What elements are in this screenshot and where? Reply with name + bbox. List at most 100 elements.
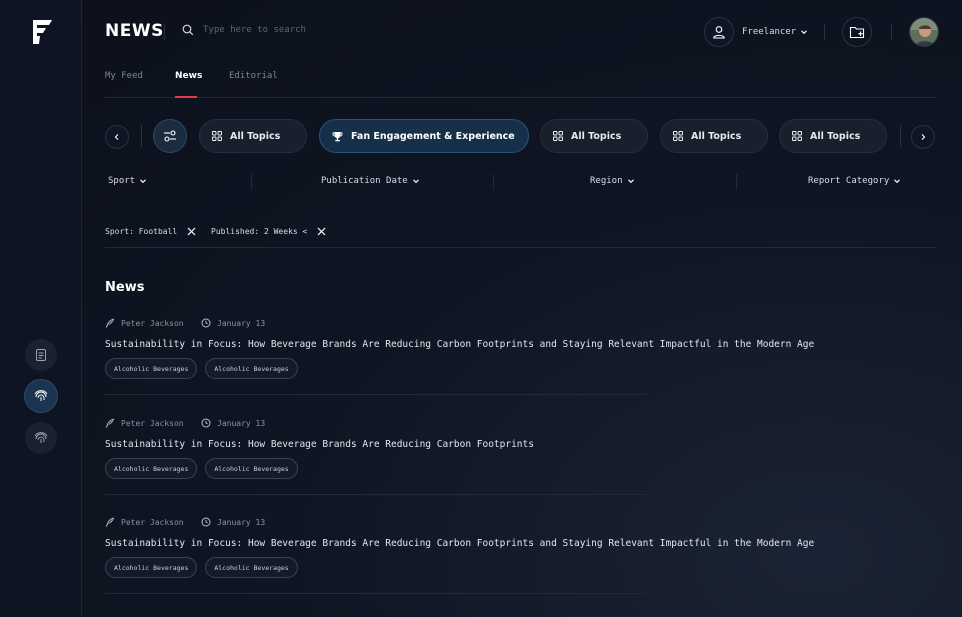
article-author: Peter Jackson <box>121 517 184 527</box>
topic-chip[interactable]: All Topics <box>540 119 648 153</box>
tab-bar: My Feed News Editorial <box>105 64 937 98</box>
article-tag[interactable]: Alcoholic Beverages <box>105 358 198 379</box>
filter-label: Region <box>590 176 623 186</box>
active-tab-indicator <box>175 96 197 98</box>
applied-filter-label: Published: 2 Weeks < <box>211 227 308 236</box>
topic-chip-active[interactable]: Fan Engagement & Experience <box>319 119 529 153</box>
filter-label: Sport <box>108 176 136 186</box>
filter-sport-dropdown[interactable]: Sport <box>108 176 147 186</box>
divider <box>736 174 737 190</box>
divider <box>251 174 252 190</box>
avatar-image <box>910 18 938 46</box>
topic-chip[interactable]: All Topics <box>660 119 768 153</box>
user-role-label: Freelancer <box>742 27 797 37</box>
chevron-down-icon <box>140 179 146 184</box>
topic-chip-label: Fan Engagement & Experience <box>351 130 515 142</box>
applied-filter-label: Sport: Football <box>105 227 178 236</box>
filter-report-category-dropdown[interactable]: Report Category <box>808 176 901 186</box>
add-folder-button[interactable] <box>842 17 872 47</box>
user-icon-button[interactable] <box>704 17 734 47</box>
section-title: News <box>105 280 145 295</box>
applied-filters: Sport: Football Published: 2 Weeks < <box>105 222 937 248</box>
article-meta: Peter Jackson January 13 <box>105 418 265 428</box>
trophy-icon <box>332 131 343 141</box>
applied-filter-tag: Sport: Football <box>105 227 196 236</box>
tab-news[interactable]: News <box>175 71 202 81</box>
filter-settings-button[interactable] <box>153 119 187 153</box>
applied-filter-tag: Published: 2 Weeks < <box>211 227 326 236</box>
clock-icon <box>201 418 211 428</box>
sidebar-document-button[interactable] <box>25 339 57 371</box>
article-meta: Peter Jackson January 13 <box>105 318 265 328</box>
user-role-dropdown[interactable]: Freelancer <box>742 27 808 37</box>
top-bar: NEWS Freelancer <box>105 0 939 64</box>
topic-chip-label: All Topics <box>810 130 861 142</box>
divider <box>105 494 646 495</box>
quill-icon <box>105 318 115 328</box>
article-tag[interactable]: Alcoholic Beverages <box>105 458 198 479</box>
scroll-right-button[interactable] <box>911 125 935 149</box>
topic-chip-row: All Topics Fan Engagement & Experience A… <box>105 118 937 154</box>
avatar[interactable] <box>909 17 939 47</box>
close-icon[interactable] <box>317 227 326 236</box>
search-input[interactable] <box>203 25 423 35</box>
article-date: January 13 <box>217 318 266 328</box>
article-author: Peter Jackson <box>121 318 184 328</box>
sliders-icon <box>164 130 176 142</box>
chevron-right-icon <box>921 134 926 140</box>
filter-publication-date-dropdown[interactable]: Publication Date <box>321 176 420 186</box>
page-title: NEWS <box>105 21 164 41</box>
article-title[interactable]: Sustainability in Focus: How Beverage Br… <box>105 439 534 450</box>
chevron-left-icon <box>114 134 119 140</box>
divider <box>105 593 646 594</box>
divider <box>824 24 825 40</box>
divider <box>141 125 142 147</box>
article-tags: Alcoholic Beverages Alcoholic Beverages <box>105 358 298 379</box>
tab-editorial[interactable]: Editorial <box>229 71 278 81</box>
article-tags: Alcoholic Beverages Alcoholic Beverages <box>105 458 298 479</box>
topic-chip-label: All Topics <box>571 130 622 142</box>
close-icon[interactable] <box>187 227 196 236</box>
chevron-down-icon <box>412 179 419 184</box>
article-author: Peter Jackson <box>121 418 184 428</box>
grid-icon <box>792 131 802 141</box>
document-icon <box>36 349 46 361</box>
tab-my-feed[interactable]: My Feed <box>105 71 143 81</box>
filter-label: Publication Date <box>321 176 408 186</box>
user-menu[interactable]: Freelancer <box>704 17 808 47</box>
search-icon <box>182 24 194 36</box>
chevron-down-icon <box>801 30 808 35</box>
topic-chip[interactable]: All Topics <box>199 119 307 153</box>
quill-icon <box>105 418 115 428</box>
quill-icon <box>105 517 115 527</box>
divider <box>891 24 892 40</box>
clock-icon <box>201 318 211 328</box>
folder-plus-icon <box>849 26 865 39</box>
grid-icon <box>553 131 563 141</box>
divider <box>164 24 165 40</box>
sidebar-fingerprint-button[interactable] <box>25 422 57 454</box>
search-bar[interactable] <box>182 24 423 36</box>
topic-chip[interactable]: All Topics <box>779 119 887 153</box>
divider <box>105 394 646 395</box>
topic-chip-label: All Topics <box>230 130 281 142</box>
article-title[interactable]: Sustainability in Focus: How Beverage Br… <box>105 339 814 350</box>
chevron-down-icon <box>627 179 634 184</box>
article-tag[interactable]: Alcoholic Beverages <box>205 557 298 578</box>
article-tag[interactable]: Alcoholic Beverages <box>205 358 298 379</box>
article-title[interactable]: Sustainability in Focus: How Beverage Br… <box>105 538 814 549</box>
sidebar-fingerprint-button-active[interactable] <box>25 380 57 412</box>
article-tag[interactable]: Alcoholic Beverages <box>205 458 298 479</box>
fingerprint-icon <box>34 432 48 443</box>
scroll-left-button[interactable] <box>105 125 129 149</box>
app-logo[interactable] <box>31 18 55 46</box>
divider <box>493 174 494 190</box>
filter-region-dropdown[interactable]: Region <box>590 176 635 186</box>
fingerprint-icon <box>34 390 48 401</box>
filter-bar: Sport Publication Date Region Report Cat… <box>105 170 937 194</box>
article-tag[interactable]: Alcoholic Beverages <box>105 557 198 578</box>
grid-icon <box>212 131 222 141</box>
chevron-down-icon <box>894 179 901 184</box>
article-tags: Alcoholic Beverages Alcoholic Beverages <box>105 557 298 578</box>
grid-icon <box>673 131 683 141</box>
